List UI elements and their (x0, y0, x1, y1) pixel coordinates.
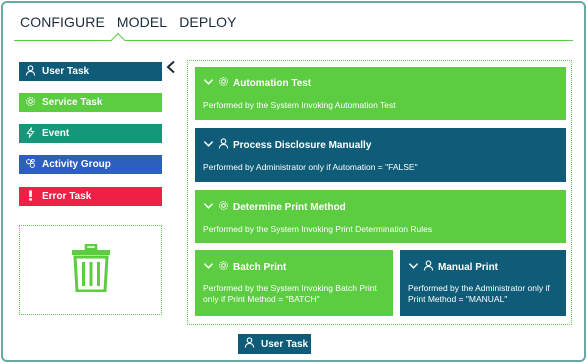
tab-model[interactable]: MODEL (117, 14, 167, 30)
top-nav: CONFIGURE MODEL DEPLOY (20, 14, 237, 30)
user-icon (423, 260, 434, 274)
tab-deploy[interactable]: DEPLOY (179, 14, 236, 30)
chevron-down-icon[interactable] (203, 138, 214, 152)
dragged-user-task[interactable]: User Task (238, 334, 311, 354)
group-icon (25, 158, 36, 172)
palette-item-label: User Task (42, 66, 90, 77)
task-card-manual-print[interactable]: Manual Print Performed by the Administra… (400, 250, 566, 316)
palette-service-task[interactable]: Service Task (19, 93, 162, 112)
task-card-automation-test[interactable]: Automation Test Performed by the System … (195, 67, 566, 120)
gear-icon (218, 200, 229, 214)
chevron-down-icon[interactable] (203, 76, 214, 90)
card-description: Performed by the System Invoking Automat… (203, 100, 396, 110)
palette-event[interactable]: Event (19, 124, 162, 143)
card-title: Automation Test (233, 77, 312, 89)
drag-chip-label: User Task (261, 338, 309, 350)
card-description: Performed by Administrator only if Autom… (203, 162, 418, 172)
user-icon (218, 138, 229, 152)
chevron-down-icon[interactable] (408, 260, 419, 274)
trash-drop-zone[interactable] (19, 225, 162, 315)
gear-icon (218, 260, 229, 274)
palette-error-task[interactable]: Error Task (19, 187, 162, 206)
task-card-process-disclosure[interactable]: Process Disclosure Manually Performed by… (195, 128, 566, 182)
card-description: Performed by the System Invoking Batch P… (203, 283, 377, 304)
palette-activity-group[interactable]: Activity Group (19, 155, 162, 174)
nav-underline (14, 40, 573, 41)
lightning-icon (25, 126, 36, 141)
user-icon (244, 337, 255, 351)
gear-icon (25, 96, 36, 110)
collapse-palette-chevron-icon[interactable] (165, 60, 177, 74)
palette-item-label: Activity Group (42, 159, 111, 170)
gear-icon (218, 76, 229, 90)
user-icon (25, 64, 36, 79)
task-card-batch-print[interactable]: Batch Print Performed by the System Invo… (195, 250, 393, 316)
card-title: Manual Print (438, 261, 499, 273)
card-description: Performed by the System Invoking Print D… (203, 224, 433, 234)
task-card-determine-print-method[interactable]: Determine Print Method Performed by the … (195, 190, 566, 243)
card-title: Determine Print Method (233, 201, 346, 213)
card-title: Process Disclosure Manually (233, 139, 372, 151)
tab-configure[interactable]: CONFIGURE (20, 14, 105, 30)
palette-user-task[interactable]: User Task (19, 62, 162, 81)
palette-item-label: Error Task (42, 191, 92, 202)
chevron-down-icon[interactable] (203, 260, 214, 274)
card-title: Batch Print (233, 261, 287, 273)
card-description: Performed by the Administrator only if P… (408, 283, 550, 304)
exclamation-icon (25, 189, 36, 204)
palette-item-label: Event (42, 128, 70, 139)
chevron-down-icon[interactable] (203, 200, 214, 214)
trash-icon (71, 243, 111, 297)
palette-item-label: Service Task (42, 97, 103, 108)
